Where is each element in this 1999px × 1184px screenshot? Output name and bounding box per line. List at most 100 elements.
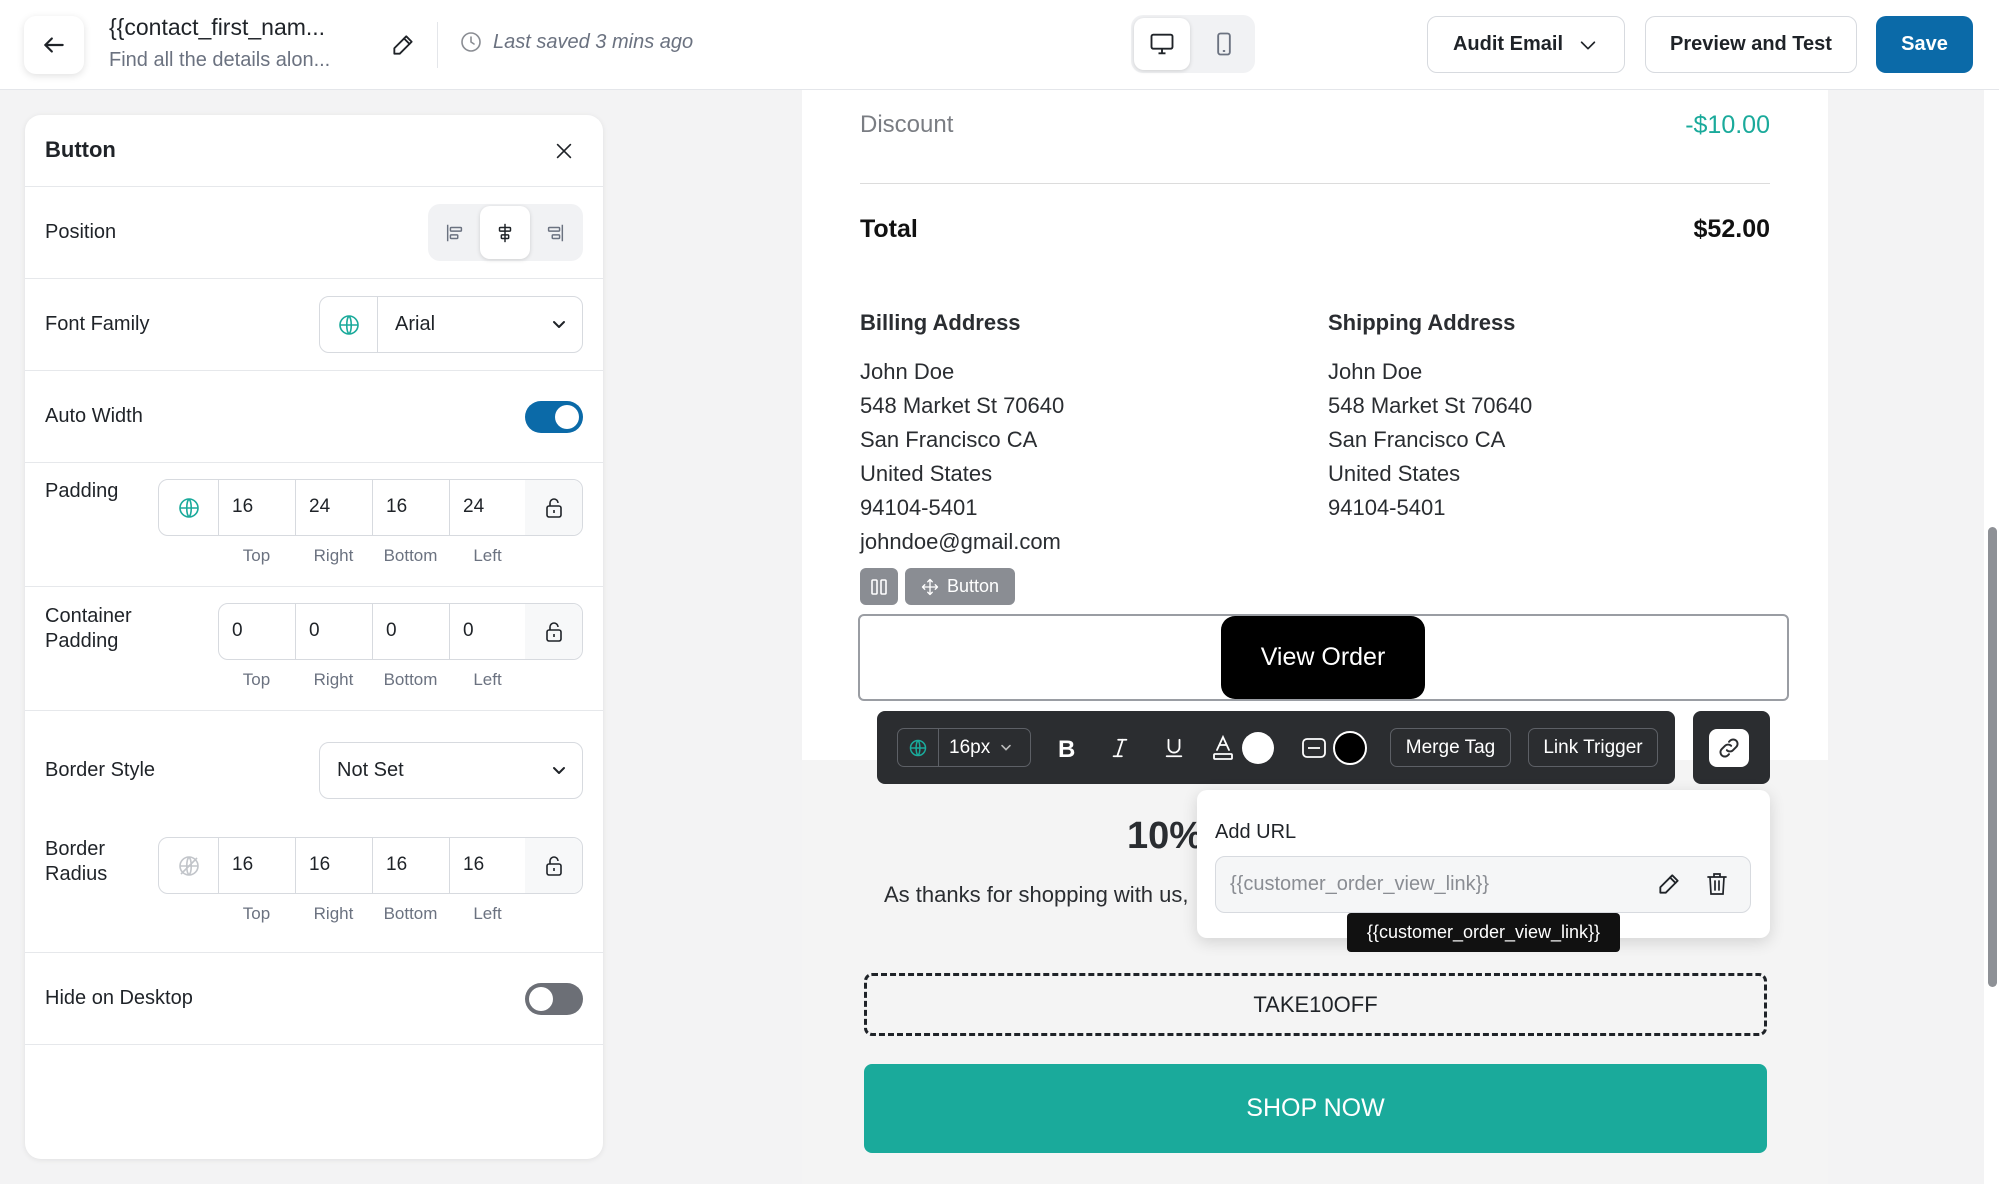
- align-right-button[interactable]: [530, 206, 580, 259]
- url-tooltip: {{customer_order_view_link}}: [1347, 913, 1620, 952]
- billing-line: San Francisco CA: [860, 427, 1038, 452]
- position-segmented-control: [428, 204, 583, 261]
- device-toggle: [1131, 15, 1255, 73]
- background-color-icon[interactable]: [1298, 732, 1330, 764]
- border-radius-right-caption: Right: [313, 904, 354, 923]
- padding-bottom-input[interactable]: 16: [373, 480, 450, 535]
- font-family-select[interactable]: Arial: [319, 296, 583, 353]
- container-padding-row: Container Padding 0 0 0 0 Top Right Bott…: [25, 587, 603, 711]
- font-size-select[interactable]: 16px: [897, 728, 1031, 767]
- svg-text:B: B: [1058, 736, 1075, 760]
- desktop-view-button[interactable]: [1134, 18, 1190, 70]
- padding-left-input[interactable]: 24: [450, 480, 527, 535]
- border-radius-inputs: 16 16 16 16: [158, 837, 583, 894]
- block-type-label: Button: [946, 576, 1000, 596]
- text-color-icon[interactable]: [1208, 732, 1238, 764]
- edit-url-pencil-icon[interactable]: [1656, 871, 1682, 897]
- container-padding-left-input[interactable]: 0: [450, 604, 527, 659]
- total-value: $52.00: [1693, 215, 1770, 243]
- bold-icon[interactable]: B: [1049, 732, 1083, 764]
- shop-now-button[interactable]: SHOP NOW: [864, 1064, 1767, 1153]
- billing-line: John Doe: [860, 359, 955, 384]
- billing-address-heading: Billing Address: [860, 310, 1021, 335]
- top-bar: {{contact_first_nam... Find all the deta…: [0, 0, 1999, 90]
- summary-divider: [860, 183, 1770, 184]
- monitor-icon: [1148, 30, 1176, 58]
- trash-icon[interactable]: [1705, 870, 1729, 898]
- email-subtitle: Find all the details alon...: [109, 49, 331, 71]
- chevron-down-icon: [1000, 744, 1012, 752]
- border-radius-label-line2: Radius: [45, 863, 108, 885]
- globe-icon[interactable]: [320, 297, 378, 352]
- border-radius-right-input[interactable]: 16: [296, 838, 373, 893]
- shipping-line: John Doe: [1328, 359, 1423, 384]
- edit-pencil-icon[interactable]: [390, 32, 416, 58]
- padding-row: Padding 16 24 16 24 Top Right Bottom Lef…: [25, 463, 603, 587]
- email-title[interactable]: {{contact_first_nam...: [109, 14, 325, 41]
- text-color-swatch[interactable]: [1242, 732, 1274, 764]
- underline-icon[interactable]: [1157, 732, 1191, 764]
- font-family-row: Font Family Arial: [25, 279, 603, 371]
- last-saved-status: Last saved 3 mins ago: [459, 30, 693, 54]
- chevron-down-icon: [552, 766, 566, 776]
- shipping-line: 94104-5401: [1328, 495, 1446, 520]
- container-padding-bottom-caption: Bottom: [383, 670, 438, 689]
- columns-handle[interactable]: [860, 568, 898, 605]
- block-drag-handle[interactable]: Button: [905, 568, 1015, 605]
- container-padding-top-input[interactable]: 0: [219, 604, 296, 659]
- mobile-view-button[interactable]: [1196, 18, 1252, 70]
- promo-heading: 10%: [1127, 815, 1204, 857]
- preview-and-test-button[interactable]: Preview and Test: [1645, 16, 1857, 73]
- hide-on-desktop-toggle[interactable]: [525, 983, 583, 1015]
- border-radius-bottom-caption: Bottom: [383, 904, 438, 923]
- merge-tag-button[interactable]: Merge Tag: [1390, 728, 1511, 767]
- arrow-left-icon: [41, 32, 67, 58]
- lock-icon[interactable]: [525, 838, 582, 893]
- container-padding-right-input[interactable]: 0: [296, 604, 373, 659]
- link-trigger-button[interactable]: Link Trigger: [1528, 728, 1658, 767]
- audit-email-button[interactable]: Audit Email: [1427, 16, 1625, 73]
- billing-address-block: John Doe 548 Market St 70640 San Francis…: [860, 355, 1064, 559]
- view-order-button[interactable]: View Order: [1221, 616, 1425, 699]
- padding-right-input[interactable]: 24: [296, 480, 373, 535]
- padding-top-input[interactable]: 16: [219, 480, 296, 535]
- shipping-address-heading: Shipping Address: [1328, 310, 1516, 335]
- link-button[interactable]: [1693, 711, 1770, 784]
- columns-icon: [869, 577, 889, 597]
- globe-disabled-icon[interactable]: [159, 838, 219, 893]
- globe-icon[interactable]: [159, 480, 219, 535]
- toggle-knob: [555, 405, 579, 429]
- align-center-button[interactable]: [480, 206, 530, 259]
- italic-icon[interactable]: [1103, 732, 1137, 764]
- url-input[interactable]: {{customer_order_view_link}}: [1215, 856, 1751, 913]
- scrollbar-thumb[interactable]: [1988, 527, 1997, 987]
- shipping-line: 548 Market St 70640: [1328, 393, 1533, 418]
- lock-icon[interactable]: [525, 480, 582, 535]
- back-button[interactable]: [24, 16, 84, 74]
- font-size-value: 16px: [949, 736, 991, 758]
- align-left-button[interactable]: [430, 206, 480, 259]
- url-value: {{customer_order_view_link}}: [1230, 873, 1490, 895]
- border-radius-left-input[interactable]: 16: [450, 838, 527, 893]
- padding-inputs: 16 24 16 24: [158, 479, 583, 536]
- divider: [437, 22, 438, 68]
- container-padding-bottom-input[interactable]: 0: [373, 604, 450, 659]
- background-color-swatch[interactable]: [1333, 731, 1367, 765]
- chevron-down-icon: [552, 320, 566, 330]
- auto-width-row: Auto Width: [25, 371, 603, 463]
- container-padding-top-caption: Top: [242, 670, 271, 689]
- shipping-address-block: John Doe 548 Market St 70640 San Francis…: [1328, 355, 1532, 525]
- save-button[interactable]: Save: [1876, 16, 1973, 73]
- close-icon[interactable]: [553, 140, 575, 162]
- border-style-select[interactable]: Not Set: [319, 742, 583, 799]
- lock-icon[interactable]: [525, 604, 582, 659]
- auto-width-toggle[interactable]: [525, 401, 583, 433]
- border-row: Border Style Not Set Border Radius 16 16…: [25, 711, 603, 953]
- discount-value: -$10.00: [1685, 111, 1770, 139]
- billing-line: 548 Market St 70640: [860, 393, 1065, 418]
- border-radius-bottom-input[interactable]: 16: [373, 838, 450, 893]
- container-padding-label: Container Padding: [45, 604, 132, 654]
- container-padding-label-line1: Container: [45, 605, 132, 627]
- border-radius-top-input[interactable]: 16: [219, 838, 296, 893]
- panel-title: Button: [45, 137, 116, 162]
